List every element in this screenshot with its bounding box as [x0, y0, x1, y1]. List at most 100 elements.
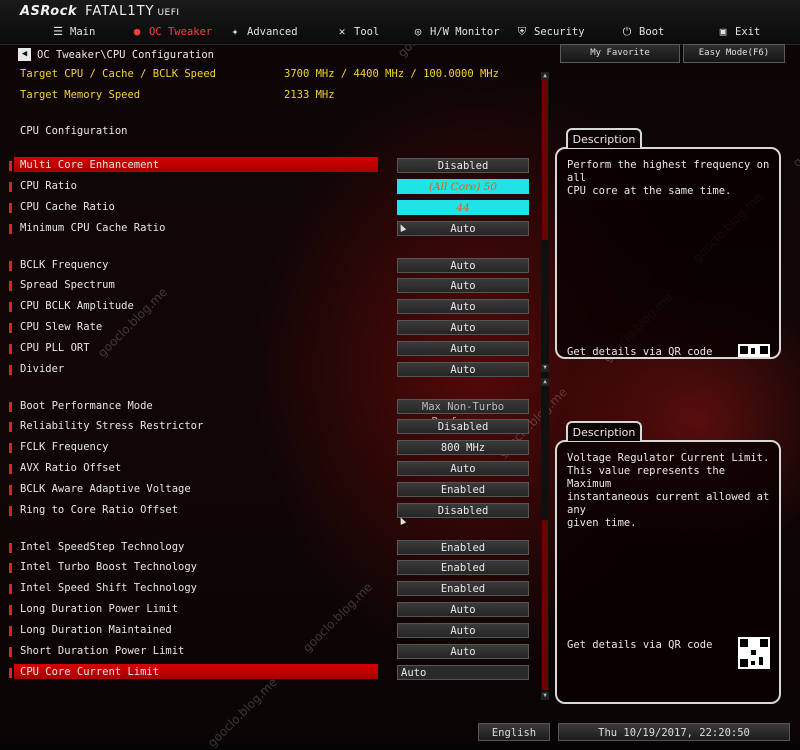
datetime-display: Thu 10/19/2017, 22:20:50: [558, 723, 790, 741]
brand-logo: ASRock FATAL1TY UEFI: [20, 4, 180, 19]
setting-label[interactable]: BCLK Aware Adaptive Voltage: [20, 483, 191, 495]
power-icon: ⏻: [622, 25, 632, 38]
tab-oc-tweaker[interactable]: ● OC Tweaker: [131, 23, 213, 41]
setting-value-field[interactable]: Disabled: [397, 419, 529, 434]
row-marker: [9, 584, 12, 594]
setting-value-field[interactable]: Disabled: [397, 503, 529, 518]
setting-label[interactable]: Short Duration Power Limit: [20, 645, 184, 657]
target-cpu-value: 3700 MHz / 4400 MHz / 100.0000 MHz: [284, 68, 499, 80]
row-marker: [9, 563, 12, 573]
tab-exit[interactable]: ▣ Exit: [717, 23, 761, 41]
row-marker: [9, 605, 12, 615]
setting-label[interactable]: Reliability Stress Restrictor: [20, 420, 203, 432]
setting-value-field[interactable]: Max Non-Turbo Perform...: [397, 399, 529, 428]
scroll-down-arrow-icon[interactable]: ▼: [541, 692, 549, 700]
setting-label[interactable]: Intel Turbo Boost Technology: [20, 561, 197, 573]
description-tab: Description: [566, 128, 642, 148]
setting-label[interactable]: CPU Cache Ratio: [20, 201, 115, 213]
breadcrumb-text: OC Tweaker\CPU Configuration: [37, 48, 215, 61]
row-marker: [9, 422, 12, 432]
setting-value-field[interactable]: 44: [397, 200, 529, 215]
setting-value-field[interactable]: Auto: [397, 665, 529, 680]
my-favorite-button[interactable]: My Favorite: [560, 44, 680, 63]
row-marker: [9, 182, 12, 192]
scroll-down-arrow-icon[interactable]: ▼: [541, 364, 549, 372]
setting-label[interactable]: Intel SpeedStep Technology: [20, 541, 184, 553]
setting-value-field[interactable]: Auto: [397, 221, 529, 236]
setting-value-field[interactable]: Auto: [397, 299, 529, 314]
qr-code-icon: [738, 637, 770, 669]
scrollbar-thumb[interactable]: [542, 80, 548, 240]
setting-label[interactable]: Minimum CPU Cache Ratio: [20, 222, 165, 234]
setting-value-field[interactable]: Auto: [397, 602, 529, 617]
easy-mode-button[interactable]: Easy Mode(F6): [683, 44, 785, 63]
setting-value-field[interactable]: Enabled: [397, 560, 529, 575]
tab-advanced[interactable]: ✦ Advanced: [229, 23, 298, 41]
setting-label[interactable]: CPU PLL ORT: [20, 342, 90, 354]
top-bar: ASRock FATAL1TY UEFI ☰ Main ● OC Tweaker ✦ Ad…: [0, 0, 800, 45]
setting-value-field[interactable]: Auto: [397, 320, 529, 335]
row-marker: [9, 626, 12, 636]
setting-label[interactable]: Spread Spectrum: [20, 279, 115, 291]
setting-label[interactable]: Ring to Core Ratio Offset: [20, 504, 178, 516]
setting-label[interactable]: Multi Core Enhancement: [20, 159, 159, 171]
row-marker: [9, 224, 12, 234]
setting-label[interactable]: Long Duration Maintained: [20, 624, 172, 636]
target-memory-value: 2133 MHz: [284, 89, 335, 101]
tab-hw-monitor[interactable]: ◎ H/W Monitor: [412, 23, 500, 41]
exit-icon: ▣: [719, 25, 727, 38]
scroll-up-arrow-icon[interactable]: ▲: [541, 378, 549, 386]
setting-value-field[interactable]: (All Core) 50: [397, 179, 529, 194]
qr-label: Get details via QR code: [567, 346, 713, 358]
scrollbar-thumb[interactable]: [542, 520, 548, 690]
setting-label[interactable]: Intel Speed Shift Technology: [20, 582, 197, 594]
target-cpu-label: Target CPU / Cache / BCLK Speed: [20, 68, 216, 80]
row-marker: [9, 261, 12, 271]
wrench-icon: ✕: [338, 25, 346, 38]
row-marker: [9, 402, 12, 412]
scroll-up-arrow-icon[interactable]: ▲: [541, 72, 549, 80]
setting-value-field[interactable]: Enabled: [397, 581, 529, 596]
qr-code-icon: [738, 344, 770, 357]
row-marker: [9, 506, 12, 516]
setting-label[interactable]: AVX Ratio Offset: [20, 462, 121, 474]
setting-label[interactable]: CPU Slew Rate: [20, 321, 102, 333]
setting-label[interactable]: CPU BCLK Amplitude: [20, 300, 134, 312]
setting-value-field[interactable]: Auto: [397, 362, 529, 377]
back-arrow-icon[interactable]: ◀: [18, 48, 31, 61]
setting-label[interactable]: Boot Performance Mode: [20, 400, 153, 412]
tab-main[interactable]: ☰ Main: [52, 23, 95, 41]
setting-label[interactable]: BCLK Frequency: [20, 259, 109, 271]
setting-value-field[interactable]: Auto: [397, 461, 529, 476]
setting-label[interactable]: CPU Core Current Limit: [20, 666, 159, 678]
setting-label[interactable]: CPU Ratio: [20, 180, 77, 192]
setting-value-field[interactable]: Auto: [397, 644, 529, 659]
language-button[interactable]: English: [478, 723, 550, 741]
setting-label[interactable]: Long Duration Power Limit: [20, 603, 178, 615]
setting-value-field[interactable]: Auto: [397, 258, 529, 273]
row-marker: [9, 281, 12, 291]
row-marker: [9, 203, 12, 213]
section-title: CPU Configuration: [20, 125, 128, 137]
qr-label: Get details via QR code: [567, 639, 713, 651]
setting-value-field[interactable]: Disabled: [397, 158, 529, 173]
row-marker: [9, 443, 12, 453]
setting-value-field[interactable]: Auto: [397, 623, 529, 638]
setting-value-field[interactable]: Auto: [397, 341, 529, 356]
tab-tool[interactable]: ✕ Tool: [336, 23, 380, 41]
setting-value-field[interactable]: Enabled: [397, 540, 529, 555]
setting-value-field[interactable]: Auto: [397, 278, 529, 293]
setting-label[interactable]: Divider: [20, 363, 64, 375]
row-marker: [9, 323, 12, 333]
tab-security[interactable]: ⛨ Security: [516, 23, 585, 41]
globe-icon: ◎: [414, 25, 422, 38]
tab-boot[interactable]: ⏻ Boot: [621, 23, 665, 41]
target-memory-label: Target Memory Speed: [20, 89, 141, 101]
row-marker: [9, 668, 12, 678]
setting-label[interactable]: FCLK Frequency: [20, 441, 109, 453]
row-marker: [9, 344, 12, 354]
row-marker: [9, 365, 12, 375]
setting-value-field[interactable]: Enabled: [397, 482, 529, 497]
setting-value-field[interactable]: 800 MHz: [397, 440, 529, 455]
breadcrumb: ◀ OC Tweaker\CPU Configuration: [18, 48, 214, 61]
